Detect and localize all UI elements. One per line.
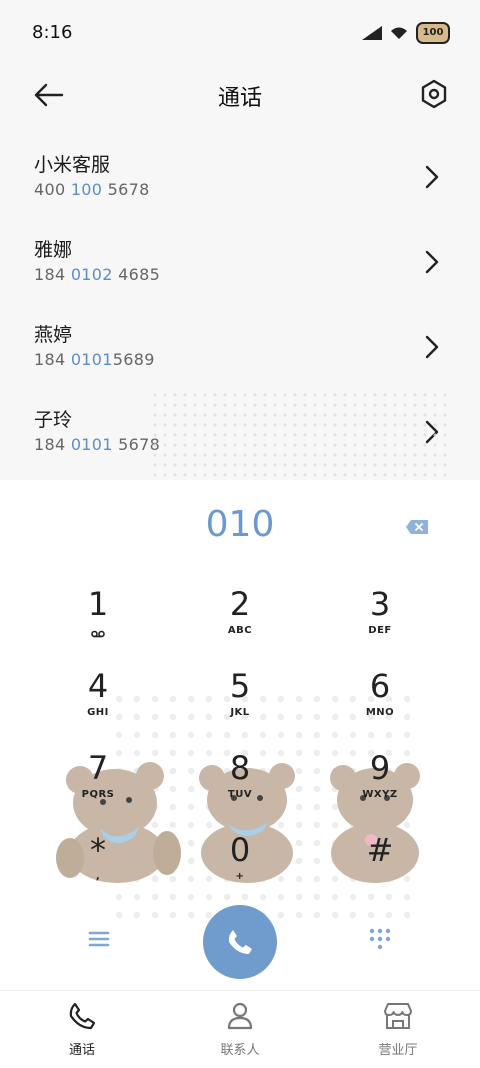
status-icons: 100 (362, 22, 450, 44)
dial-key-0[interactable]: 0 + (180, 831, 300, 901)
dial-key-4[interactable]: 4 GHI (38, 667, 158, 737)
key-letters: DEF (368, 625, 392, 636)
key-letters: GHI (87, 707, 109, 718)
tab-bar: 通话 联系人 营业厅 (0, 990, 480, 1068)
key-digit: 3 (369, 585, 391, 623)
voicemail-icon (91, 630, 105, 638)
tab-label: 联系人 (220, 1043, 260, 1058)
dial-key-8[interactable]: 8 TUV (180, 749, 300, 819)
status-time: 8:16 (32, 22, 73, 43)
key-digit: 2 (229, 585, 251, 623)
key-digit: 0 (229, 831, 251, 869)
contact-number: 184 01015689 (34, 350, 155, 369)
battery-icon: 100 (416, 22, 450, 44)
header: 通话 (0, 68, 480, 124)
key-letters: WXYZ (362, 789, 398, 800)
dial-key-3[interactable]: 3 DEF (320, 585, 440, 655)
key-letters: + (235, 871, 245, 882)
key-digit: 5 (229, 667, 251, 705)
person-icon (227, 1002, 253, 1030)
dial-key-7[interactable]: 7 PQRS (38, 749, 158, 819)
settings-icon[interactable] (420, 78, 448, 110)
contact-name: 雅娜 (34, 239, 73, 261)
key-letters: ABC (227, 625, 253, 636)
key-letters: MNO (365, 707, 395, 718)
keypad-toggle-icon[interactable] (368, 927, 392, 951)
contact-item[interactable]: 燕婷 184 01015689 (0, 308, 480, 393)
phone-icon (69, 1002, 96, 1030)
key-digit: * (90, 831, 106, 869)
chevron-right-icon[interactable] (424, 249, 440, 275)
dial-key-6[interactable]: 6 MNO (320, 667, 440, 737)
backspace-icon[interactable] (406, 520, 428, 534)
key-digit: 7 (87, 749, 109, 787)
key-digit: 8 (229, 749, 251, 787)
dial-key-5[interactable]: 5 JKL (180, 667, 300, 737)
contact-item[interactable]: 雅娜 184 0102 4685 (0, 223, 480, 308)
store-icon (384, 1003, 412, 1029)
status-bar: 8:16 100 (0, 0, 480, 68)
wifi-icon (391, 27, 407, 39)
key-letters: , (95, 871, 101, 882)
dial-key-hash[interactable]: # (320, 831, 440, 901)
phone-icon (228, 930, 252, 954)
dial-key-2[interactable]: 2 ABC (180, 585, 300, 655)
chevron-right-icon[interactable] (424, 164, 440, 190)
key-letters: TUV (227, 789, 253, 800)
tab-store[interactable]: 营业厅 (348, 1001, 448, 1058)
dial-key-star[interactable]: * , (38, 831, 158, 901)
contact-number: 184 0102 4685 (34, 265, 161, 284)
menu-icon[interactable] (88, 929, 110, 949)
contact-number: 400 100 5678 (34, 180, 150, 199)
call-button[interactable] (203, 905, 277, 979)
key-digit: 1 (87, 585, 109, 623)
tab-label: 通话 (68, 1043, 95, 1058)
chevron-right-icon[interactable] (424, 334, 440, 360)
signal-icon (362, 26, 382, 40)
key-letters: PQRS (81, 789, 115, 800)
page-title: 通话 (217, 86, 262, 111)
dialer-actions (0, 905, 480, 985)
key-digit: 6 (369, 667, 391, 705)
contact-name: 子玲 (34, 409, 73, 431)
key-digit: 9 (369, 749, 391, 787)
key-digit: # (366, 831, 394, 869)
tab-label: 营业厅 (378, 1043, 418, 1058)
key-digit: 4 (87, 667, 109, 705)
tab-calls[interactable]: 通话 (32, 1001, 132, 1058)
decorative-dots (150, 390, 450, 480)
key-letters: JKL (230, 707, 250, 718)
contact-name: 燕婷 (34, 324, 73, 346)
contact-name: 小米客服 (34, 154, 111, 176)
contact-number: 184 0101 5678 (34, 435, 161, 454)
contact-item[interactable]: 小米客服 400 100 5678 (0, 138, 480, 223)
dial-key-1[interactable]: 1 (38, 585, 158, 655)
tab-contacts[interactable]: 联系人 (190, 1001, 290, 1058)
dial-key-9[interactable]: 9 WXYZ (320, 749, 440, 819)
